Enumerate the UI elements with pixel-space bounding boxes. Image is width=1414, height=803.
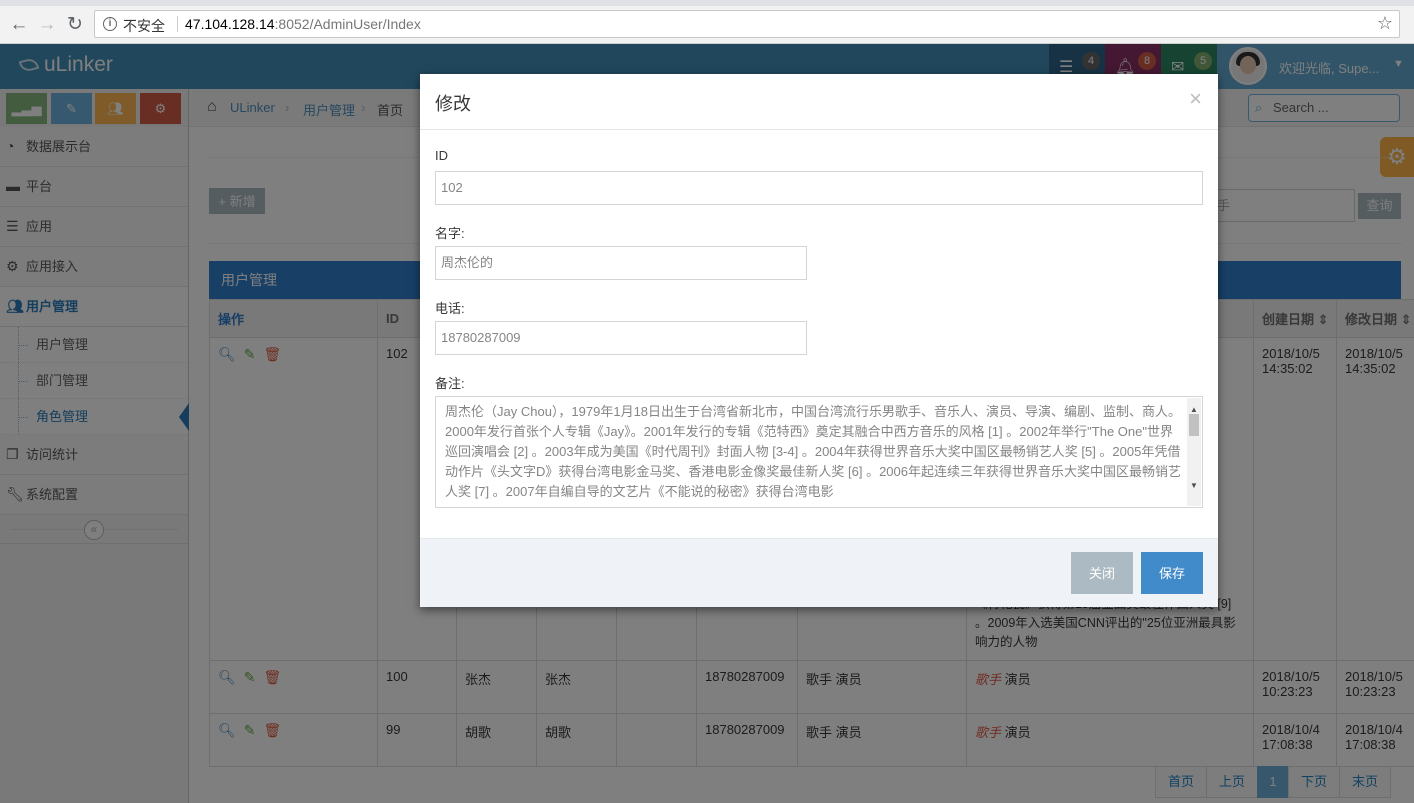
browser-toolbar: ← → ↻ i 不安全 47.104.128.14:8052/AdminUser…: [0, 6, 1414, 44]
name-field[interactable]: 周杰伦的: [435, 246, 807, 280]
address-divider: [177, 16, 178, 32]
note-label: 备注:: [435, 376, 465, 391]
info-icon[interactable]: i: [103, 17, 117, 31]
reload-icon[interactable]: ↻: [64, 14, 86, 36]
id-label: ID: [435, 148, 448, 163]
close-button[interactable]: 关闭: [1071, 552, 1133, 594]
note-textarea[interactable]: 周杰伦（Jay Chou），1979年1月18日出生于台湾省新北市，中国台湾流行…: [435, 396, 1203, 508]
modal-title: 修改: [435, 94, 471, 114]
url-text: 47.104.128.14:8052/AdminUser/Index: [185, 16, 421, 32]
bookmark-star-icon[interactable]: ☆: [1377, 13, 1393, 34]
scroll-down-icon[interactable]: ▼: [1190, 476, 1198, 496]
close-icon[interactable]: ×: [1189, 88, 1202, 110]
forward-icon[interactable]: →: [36, 14, 58, 36]
id-field[interactable]: 102: [435, 171, 1203, 205]
back-icon[interactable]: ←: [8, 14, 30, 36]
scroll-thumb[interactable]: [1189, 414, 1199, 436]
phone-label: 电话:: [435, 301, 465, 316]
textarea-scrollbar[interactable]: ▲ ▼: [1187, 398, 1201, 506]
modal-header: 修改 ×: [420, 74, 1218, 130]
insecure-label: 不安全: [123, 18, 165, 34]
edit-modal: 修改 × ID 102 名字: 周杰伦的 电话: 18780287009 备注:…: [420, 74, 1218, 607]
modal-footer: 关闭 保存: [420, 538, 1218, 607]
phone-field[interactable]: 18780287009: [435, 321, 807, 355]
save-button[interactable]: 保存: [1141, 552, 1203, 594]
address-bar[interactable]: i 不安全 47.104.128.14:8052/AdminUser/Index…: [94, 10, 1400, 38]
name-label: 名字:: [435, 226, 465, 241]
